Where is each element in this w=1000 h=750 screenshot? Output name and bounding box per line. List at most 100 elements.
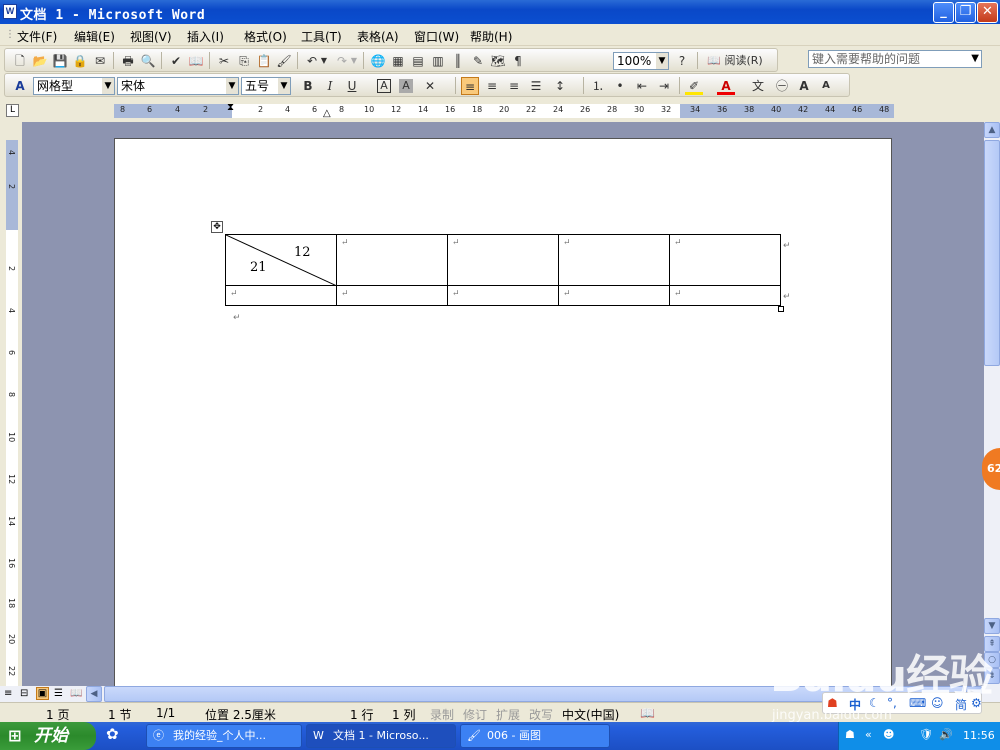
decrease-indent-icon[interactable]: ⇤: [633, 77, 651, 95]
chevron-down-icon[interactable]: ▼: [349, 52, 359, 70]
menu-view[interactable]: 视图(V): [130, 28, 172, 45]
bold-icon[interactable]: B: [299, 77, 317, 95]
table-cell[interactable]: ↵: [669, 234, 781, 286]
status-section[interactable]: 1 节: [108, 706, 131, 723]
document-table[interactable]: 12 21 ↵ ↵ ↵ ↵ ↵ ↵ ↵ ↵ ↵: [225, 234, 781, 306]
menu-tools[interactable]: 工具(T): [301, 28, 342, 45]
status-page[interactable]: 1 页: [46, 706, 69, 723]
copy-icon[interactable]: ⎘: [235, 52, 253, 70]
table-resize-handle-icon[interactable]: [778, 306, 784, 312]
distributed-icon[interactable]: ☰: [527, 77, 545, 95]
print-layout-icon[interactable]: ▣: [36, 687, 49, 700]
scroll-thumb[interactable]: [984, 140, 1000, 366]
line-spacing-icon[interactable]: ↕: [551, 77, 569, 95]
save-icon[interactable]: 💾: [51, 52, 69, 70]
chevron-down-icon[interactable]: ▼: [102, 78, 114, 94]
spelling-icon[interactable]: ✔: [167, 52, 185, 70]
chevron-down-icon[interactable]: ▼: [656, 53, 668, 69]
chevron-down-icon[interactable]: ▼: [319, 52, 329, 70]
status-record[interactable]: 录制: [430, 706, 454, 723]
table-cell[interactable]: ↵: [558, 285, 670, 306]
styles-icon[interactable]: A: [11, 77, 29, 95]
tab-selector-icon[interactable]: L: [6, 104, 19, 117]
status-position[interactable]: 位置 2.5厘米: [205, 706, 276, 723]
cut-icon[interactable]: ✂: [215, 52, 233, 70]
indent-marker-icon[interactable]: ⧗: [227, 102, 234, 113]
scroll-down-icon[interactable]: ▼: [984, 618, 1000, 634]
char-border-icon[interactable]: A: [377, 79, 391, 93]
paste-icon[interactable]: 📋: [255, 52, 273, 70]
hyperlink-icon[interactable]: 🌐: [369, 52, 387, 70]
document-map-icon[interactable]: 🗺: [489, 52, 507, 70]
status-pages[interactable]: 1/1: [156, 706, 175, 720]
menu-help[interactable]: 帮助(H): [470, 28, 512, 45]
tray-ime-icon[interactable]: ☗: [845, 728, 855, 741]
style-select[interactable]: 网格型 ▼: [33, 77, 115, 95]
status-overtype[interactable]: 改写: [529, 706, 553, 723]
web-view-icon[interactable]: ⊟: [20, 688, 28, 699]
task-browser[interactable]: ⓔ 我的经验_个人中...: [146, 724, 302, 748]
permission-icon[interactable]: 🔒: [71, 52, 89, 70]
status-line[interactable]: 1 行: [350, 706, 373, 723]
tray-speaker-icon[interactable]: 🔊: [939, 728, 953, 741]
scroll-up-icon[interactable]: ▲: [984, 122, 1000, 138]
grow-font-icon[interactable]: A: [795, 77, 813, 95]
shrink-font-icon[interactable]: A: [817, 77, 835, 95]
research-icon[interactable]: 📖: [187, 52, 205, 70]
close-button[interactable]: ✕: [977, 2, 998, 23]
menu-table[interactable]: 表格(A): [357, 28, 399, 45]
status-extend[interactable]: 扩展: [496, 706, 520, 723]
underline-icon[interactable]: U: [343, 77, 361, 95]
menu-window[interactable]: 窗口(W): [414, 28, 459, 45]
help-icon[interactable]: ?: [673, 52, 691, 70]
table-cell[interactable]: ↵: [558, 234, 670, 286]
chevron-down-icon[interactable]: ▼: [971, 51, 979, 67]
align-justify-icon[interactable]: ≡: [461, 77, 479, 95]
email-icon[interactable]: ✉: [91, 52, 109, 70]
format-painter-icon[interactable]: 🖌: [275, 52, 293, 70]
diagonal-header-cell[interactable]: 12 21: [225, 234, 337, 286]
table-cell[interactable]: ↵: [669, 285, 781, 306]
zoom-select[interactable]: 100% ▼: [613, 52, 669, 70]
align-center-icon[interactable]: ≡: [483, 77, 501, 95]
menu-insert[interactable]: 插入(I): [187, 28, 224, 45]
table-cell[interactable]: ↵: [225, 285, 337, 306]
read-mode-button[interactable]: 📖 阅读(R): [703, 52, 767, 70]
font-size-select[interactable]: 五号 ▼: [241, 77, 291, 95]
char-shading-icon[interactable]: A: [399, 79, 413, 93]
word-app-icon[interactable]: W: [3, 4, 17, 19]
table-cell[interactable]: ↵: [336, 234, 448, 286]
menu-file[interactable]: 文件(F): [17, 28, 57, 45]
print-preview-icon[interactable]: 🔍: [139, 52, 157, 70]
insert-table-icon[interactable]: ▤: [409, 52, 427, 70]
menu-edit[interactable]: 编辑(E): [74, 28, 115, 45]
tray-shield-icon[interactable]: 🛡: [919, 728, 933, 741]
reading-view-icon[interactable]: 📖: [70, 688, 82, 699]
status-track[interactable]: 修订: [463, 706, 487, 723]
table-cell[interactable]: ↵: [447, 234, 559, 286]
phonetic-guide-icon[interactable]: 文: [749, 77, 767, 95]
document-page[interactable]: ✥ 12 21 ↵ ↵ ↵ ↵ ↵ ↵ ↵ ↵ ↵ ↵ ↵ ↵: [114, 138, 892, 698]
right-indent-marker-icon[interactable]: △: [323, 108, 331, 119]
tray-qq-icon[interactable]: ☻: [883, 728, 894, 741]
maximize-button[interactable]: ❐: [955, 2, 976, 23]
outline-view-icon[interactable]: ☰: [54, 688, 63, 699]
table-cell[interactable]: ↵: [447, 285, 559, 306]
vertical-ruler[interactable]: 4 2 2 4 6 8 10 12 14 16 18 20 22: [0, 122, 22, 686]
minimize-button[interactable]: _: [933, 2, 954, 23]
drawing-icon[interactable]: ✎: [469, 52, 487, 70]
align-right-icon[interactable]: ≡: [505, 77, 523, 95]
start-button[interactable]: ⊞ 开始: [0, 722, 96, 750]
status-language[interactable]: 中文(中国): [562, 706, 619, 723]
spelling-status-icon[interactable]: 📖: [640, 706, 655, 720]
bullets-icon[interactable]: •: [611, 77, 629, 95]
chevron-down-icon[interactable]: ▼: [278, 78, 290, 94]
status-column[interactable]: 1 列: [392, 706, 415, 723]
open-icon[interactable]: 📂: [31, 52, 49, 70]
quicklaunch-icon[interactable]: ✿: [106, 725, 130, 747]
increase-indent-icon[interactable]: ⇥: [655, 77, 673, 95]
font-select[interactable]: 宋体 ▼: [117, 77, 239, 95]
scroll-left-icon[interactable]: ◀: [86, 686, 102, 702]
tray-clock[interactable]: 11:56: [963, 729, 995, 742]
highlight-icon[interactable]: ✐: [685, 77, 703, 95]
